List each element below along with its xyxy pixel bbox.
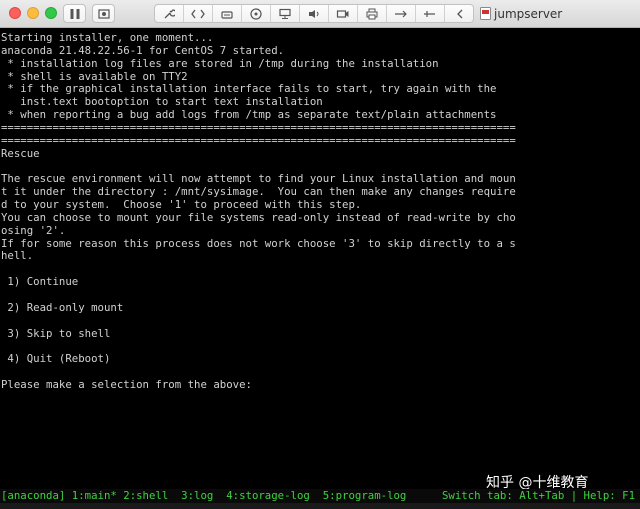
cdrom-button[interactable] xyxy=(242,5,271,22)
status-tabs[interactable]: [anaconda] 1:main* 2:shell 3:log 4:stora… xyxy=(1,489,406,503)
terminal-line: If for some reason this process does not… xyxy=(1,236,516,250)
usb-icon xyxy=(395,10,407,17)
tmux-status-bar: [anaconda] 1:main* 2:shell 3:log 4:stora… xyxy=(0,489,640,503)
cdrom-icon xyxy=(250,7,262,20)
close-window-button[interactable] xyxy=(9,7,21,19)
usb-button[interactable] xyxy=(387,5,416,22)
terminal-line: * when reporting a bug add logs from /tm… xyxy=(1,108,497,122)
terminal-line: 2) Read-only mount xyxy=(1,300,124,314)
collapse-button[interactable] xyxy=(445,5,474,22)
maximize-window-button[interactable] xyxy=(45,7,57,19)
terminal-line: t it under the directory : /mnt/sysimage… xyxy=(1,185,516,199)
terminal-line: ========================================… xyxy=(1,133,516,147)
terminal-line: * if the graphical installation interfac… xyxy=(1,82,497,96)
usb-alt-icon xyxy=(424,10,435,17)
pause-button[interactable] xyxy=(63,4,86,23)
window-title: jumpserver xyxy=(494,7,563,21)
terminal-line: hell. xyxy=(1,249,34,263)
disk-button[interactable] xyxy=(213,5,242,22)
terminal-line: inst.text bootoption to start text insta… xyxy=(1,95,323,109)
terminal-line: The rescue environment will now attempt … xyxy=(1,172,516,186)
window-toolbar: jumpserver xyxy=(0,0,640,28)
audio-button[interactable] xyxy=(300,5,329,22)
camera-button[interactable] xyxy=(329,5,358,22)
disk-icon xyxy=(221,10,233,19)
usb-alt-button[interactable] xyxy=(416,5,445,22)
bottom-strip xyxy=(0,503,640,509)
terminal-screen[interactable]: Starting installer, one moment... anacond… xyxy=(0,28,640,492)
wrench-icon xyxy=(164,8,175,18)
network-button[interactable] xyxy=(271,5,300,22)
status-help: Switch tab: Alt+Tab | Help: F1 xyxy=(442,489,636,502)
terminal-line: You can choose to mount your file system… xyxy=(1,210,516,224)
terminal-line: * installation log files are stored in /… xyxy=(1,56,439,70)
camera-icon xyxy=(336,9,349,18)
terminal-line: * shell is available on TTY2 xyxy=(1,69,188,83)
terminal-line: anaconda 21.48.22.56-1 for CentOS 7 star… xyxy=(1,43,285,57)
printer-icon xyxy=(366,8,378,19)
device-toolbar xyxy=(154,4,474,23)
code-icon xyxy=(191,9,205,18)
terminal-line: Starting installer, one moment... xyxy=(1,31,214,44)
vm-icon xyxy=(480,7,491,20)
terminal-line: osing '2'. xyxy=(1,223,66,237)
terminal-line: Rescue xyxy=(1,146,40,160)
settings-button[interactable] xyxy=(155,5,184,22)
minimize-window-button[interactable] xyxy=(27,7,39,19)
code-button[interactable] xyxy=(184,5,213,22)
screenshot-button[interactable] xyxy=(92,4,115,23)
terminal-line: d to your system. Choose '1' to proceed … xyxy=(1,198,362,212)
terminal-line: 4) Quit (Reboot) xyxy=(1,352,111,366)
printer-button[interactable] xyxy=(358,5,387,22)
network-icon xyxy=(279,8,291,19)
terminal-line: Please make a selection from the above: xyxy=(1,377,252,391)
terminal-line: 1) Continue xyxy=(1,275,79,289)
pause-icon xyxy=(70,8,79,19)
collapse-icon xyxy=(456,9,462,18)
terminal-line: 3) Skip to shell xyxy=(1,326,111,340)
terminal-line: ========================================… xyxy=(1,120,516,134)
audio-icon xyxy=(309,9,319,18)
screenshot-icon xyxy=(97,8,110,19)
